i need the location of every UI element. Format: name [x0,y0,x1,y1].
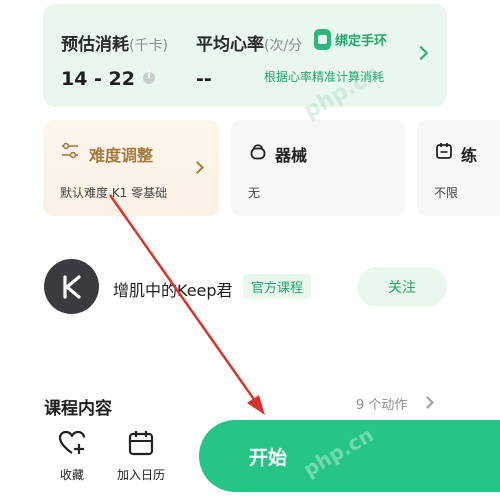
info-icon[interactable] [143,70,155,84]
favorite-label: 收藏 [59,468,84,482]
chevron-right-icon[interactable] [421,396,434,409]
extra-option-subtitle: 不限 [434,186,459,200]
calories-label: 预估消耗(千卡) [61,35,168,55]
add-calendar-button[interactable]: 加入日历 [106,430,176,483]
equipment-subtitle: 无 [248,186,261,200]
heart-plus-icon [58,430,86,454]
bind-band-button[interactable]: 绑定手环 [314,29,387,50]
author-name[interactable]: 增肌中的Keep君 [113,277,233,301]
sliders-icon [62,142,78,159]
keep-logo-icon [62,274,81,299]
extra-option-title: 练 [461,146,478,165]
bind-band-label: 绑定手环 [335,34,388,49]
favorite-button[interactable]: 收藏 [37,430,107,483]
wristband-icon [314,29,331,50]
calories-value: 14 - 22 [61,68,155,90]
add-calendar-label: 加入日历 [116,468,165,482]
heart-rate-label: 平均心率(次/分 [196,35,303,55]
equipment-title: 器械 [275,146,308,165]
kettlebell-icon [250,144,266,160]
heart-rate-value: -- [196,68,212,90]
difficulty-subtitle: 默认难度 K1 零基础 [60,186,168,200]
extra-option-card[interactable]: 练 不限 [417,120,500,216]
calendar-icon [436,143,452,159]
action-count[interactable]: 9 个动作 [356,394,407,413]
author-avatar[interactable] [44,259,99,314]
course-content-title: 课程内容 [44,399,112,419]
follow-button[interactable]: 关注 [357,267,447,307]
annotation-arrow-head [247,395,265,415]
stats-card: 预估消耗(千卡) 14 - 22 平均心率(次/分 -- [43,4,447,107]
difficulty-title: 难度调整 [89,146,154,165]
calendar-icon [128,431,154,456]
official-course-badge: 官方课程 [243,274,312,299]
equipment-card[interactable]: 器械 无 [231,120,406,216]
